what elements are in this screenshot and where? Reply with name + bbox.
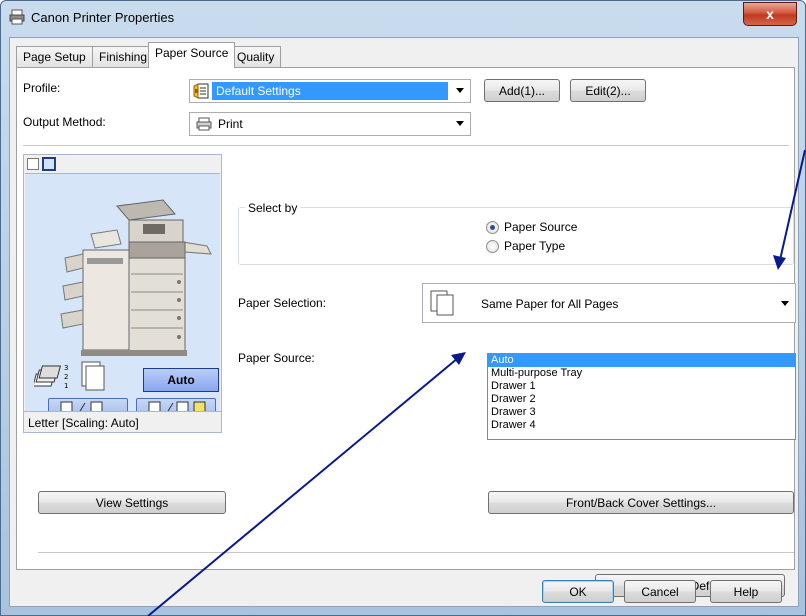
chevron-down-icon (456, 121, 464, 126)
collate-icon: 3 2 1 (34, 364, 68, 390)
list-item-drawer-1[interactable]: Drawer 1 (488, 380, 795, 393)
profile-settings-icon (193, 83, 209, 99)
tab-finishing[interactable]: Finishing (92, 46, 155, 67)
paper-source-label: Paper Source: (238, 351, 315, 365)
svg-text:1: 1 (64, 382, 68, 390)
window-title: Canon Printer Properties (31, 10, 175, 25)
select-by-legend: Select by (245, 201, 301, 215)
paper-type-radio-label[interactable]: Paper Type (504, 239, 565, 253)
close-icon: x (766, 6, 774, 22)
cancel-button[interactable]: Cancel (624, 580, 696, 603)
printer-icon (9, 9, 25, 25)
tab-quality[interactable]: Quality (230, 46, 282, 67)
profile-select[interactable]: Default Settings (189, 79, 471, 103)
printer-icon (196, 117, 212, 131)
edit-profile-button[interactable]: Edit(2)... (570, 79, 646, 102)
paper-source-tab-panel: Profile: Default Settings Add(1)... Edit… (16, 67, 796, 597)
profile-value: Default Settings (212, 82, 448, 100)
list-item-multi-purpose-tray[interactable]: Multi-purpose Tray (488, 367, 795, 380)
help-button[interactable]: Help (710, 580, 782, 603)
paper-selection-select[interactable]: Same Paper for All Pages (422, 283, 796, 323)
output-method-value: Print (218, 117, 243, 131)
chevron-down-icon (456, 88, 464, 93)
printer-properties-window: Canon Printer Properties x Page Setup Fi… (0, 0, 806, 616)
list-item-auto[interactable]: Auto (488, 354, 795, 367)
title-bar[interactable]: Canon Printer Properties x (1, 1, 805, 37)
add-profile-button[interactable]: Add(1)... (484, 79, 560, 102)
divider (23, 145, 789, 146)
printer-view-icon[interactable] (42, 157, 56, 171)
page-view-icon[interactable] (27, 158, 39, 170)
tab-page-setup[interactable]: Page Setup (16, 46, 93, 67)
paper-source-listbox[interactable]: Auto Multi-purpose Tray Drawer 1 Drawer … (487, 353, 796, 440)
output-method-label: Output Method: (23, 115, 106, 129)
list-item-drawer-2[interactable]: Drawer 2 (488, 393, 795, 406)
paper-selection-label: Paper Selection: (238, 296, 327, 310)
list-item-drawer-4[interactable]: Drawer 4 (488, 419, 795, 432)
ok-button[interactable]: OK (542, 580, 614, 603)
dialog-client-area: Page Setup Finishing Paper Source Qualit… (9, 37, 799, 607)
list-item-drawer-3[interactable]: Drawer 3 (488, 406, 795, 419)
chevron-down-icon (781, 301, 789, 306)
profile-label: Profile: (23, 81, 61, 95)
paper-source-radio-label[interactable]: Paper Source (504, 220, 577, 234)
tab-paper-source[interactable]: Paper Source (148, 42, 236, 68)
paper-status-text: Letter [Scaling: Auto] (24, 411, 221, 432)
paper-source-radio[interactable] (486, 221, 499, 234)
auto-source-indicator: Auto (143, 368, 219, 392)
svg-text:3: 3 (64, 364, 68, 372)
paper-pages-icon (430, 290, 454, 316)
select-by-group: Select by (238, 201, 794, 265)
divider (38, 552, 794, 553)
view-settings-button[interactable]: View Settings (38, 491, 226, 514)
svg-text:2: 2 (64, 373, 68, 381)
output-method-select[interactable]: Print (189, 112, 471, 136)
front-back-cover-settings-button[interactable]: Front/Back Cover Settings... (488, 491, 794, 514)
paper-type-radio[interactable] (486, 240, 499, 253)
paper-stack-icon (81, 361, 105, 391)
paper-selection-value: Same Paper for All Pages (481, 297, 619, 311)
preview-panel: 3 2 1 Auto Letter [Scaling: Auto] (23, 154, 222, 433)
close-button[interactable]: x (743, 2, 797, 26)
